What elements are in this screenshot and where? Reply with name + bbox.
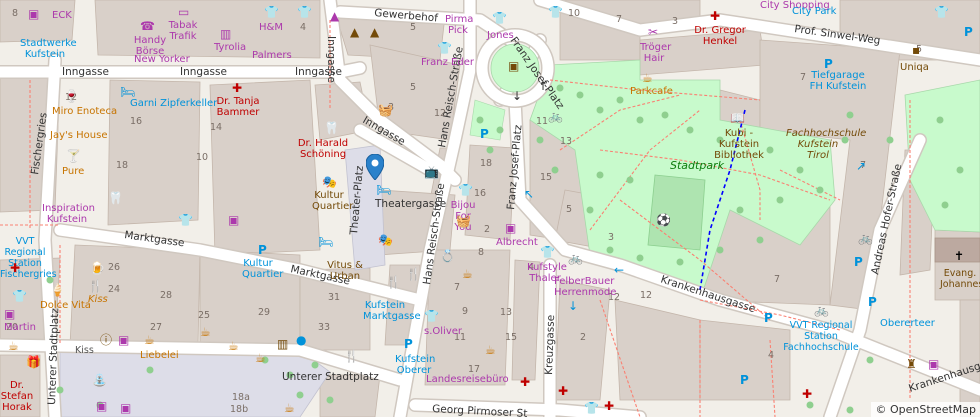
svg-text:12: 12: [640, 290, 652, 301]
svg-text:18: 18: [480, 158, 492, 169]
svg-text:2: 2: [484, 224, 490, 235]
map-attribution[interactable]: © OpenStreetMap: [871, 402, 980, 417]
svg-text:27: 27: [150, 322, 162, 333]
svg-text:3: 3: [388, 102, 394, 113]
street-label-inngasse-2: Inngasse: [180, 66, 227, 78]
svg-text:4: 4: [768, 350, 774, 361]
svg-text:16: 16: [474, 188, 486, 199]
svg-text:5: 5: [916, 44, 922, 55]
street-label-kreuzgasse: Kreuzgasse: [543, 315, 557, 375]
svg-text:18b: 18b: [230, 404, 248, 415]
svg-text:15: 15: [540, 172, 552, 183]
sports-pitch: [647, 174, 706, 251]
svg-text:12: 12: [434, 108, 446, 119]
svg-text:7: 7: [774, 274, 780, 285]
svg-text:24: 24: [108, 284, 120, 295]
svg-text:26: 26: [108, 262, 120, 273]
street-label-inngasse-1: Inngasse: [62, 66, 109, 78]
street-label-inngasse-4: Inngasse: [325, 36, 337, 83]
svg-text:7: 7: [800, 72, 806, 83]
svg-text:10: 10: [196, 152, 208, 163]
svg-text:11: 11: [454, 332, 466, 343]
svg-text:3: 3: [608, 232, 614, 243]
svg-text:7: 7: [860, 160, 866, 171]
svg-text:33: 33: [318, 322, 330, 333]
svg-text:18a: 18a: [232, 392, 250, 403]
svg-text:12: 12: [65, 92, 77, 103]
svg-text:10: 10: [568, 8, 580, 19]
svg-text:15: 15: [505, 332, 517, 343]
svg-text:4: 4: [300, 22, 306, 33]
svg-text:5: 5: [566, 204, 572, 215]
svg-text:20: 20: [6, 322, 18, 333]
svg-text:18: 18: [116, 160, 128, 171]
street-label-unterer-stadtplatz: Unterer Stadtplatz: [282, 371, 379, 383]
svg-text:7: 7: [616, 14, 622, 25]
svg-text:14: 14: [210, 122, 222, 133]
svg-text:17: 17: [468, 364, 480, 375]
svg-text:4: 4: [528, 262, 534, 273]
svg-text:5: 5: [410, 22, 416, 33]
svg-text:31: 31: [328, 292, 340, 303]
svg-text:28: 28: [160, 290, 172, 301]
svg-text:3: 3: [672, 16, 678, 27]
map-layer: Gewerbehof Prof. Sinwel-Weg Inngasse Inn…: [0, 0, 980, 417]
svg-text:11: 11: [536, 116, 548, 127]
svg-text:8: 8: [478, 247, 484, 258]
svg-text:13: 13: [560, 136, 572, 147]
svg-text:2: 2: [580, 332, 586, 343]
svg-text:12: 12: [608, 292, 620, 303]
map-canvas[interactable]: Gewerbehof Prof. Sinwel-Weg Inngasse Inn…: [0, 0, 980, 417]
svg-text:9: 9: [462, 306, 468, 317]
svg-text:16: 16: [130, 116, 142, 127]
svg-text:8: 8: [12, 8, 18, 19]
svg-text:7: 7: [454, 282, 460, 293]
svg-text:6: 6: [382, 236, 388, 247]
svg-text:25: 25: [198, 310, 210, 321]
church-building: [934, 237, 980, 263]
svg-text:29: 29: [258, 307, 270, 318]
svg-text:13: 13: [500, 307, 512, 318]
svg-text:5: 5: [410, 82, 416, 93]
